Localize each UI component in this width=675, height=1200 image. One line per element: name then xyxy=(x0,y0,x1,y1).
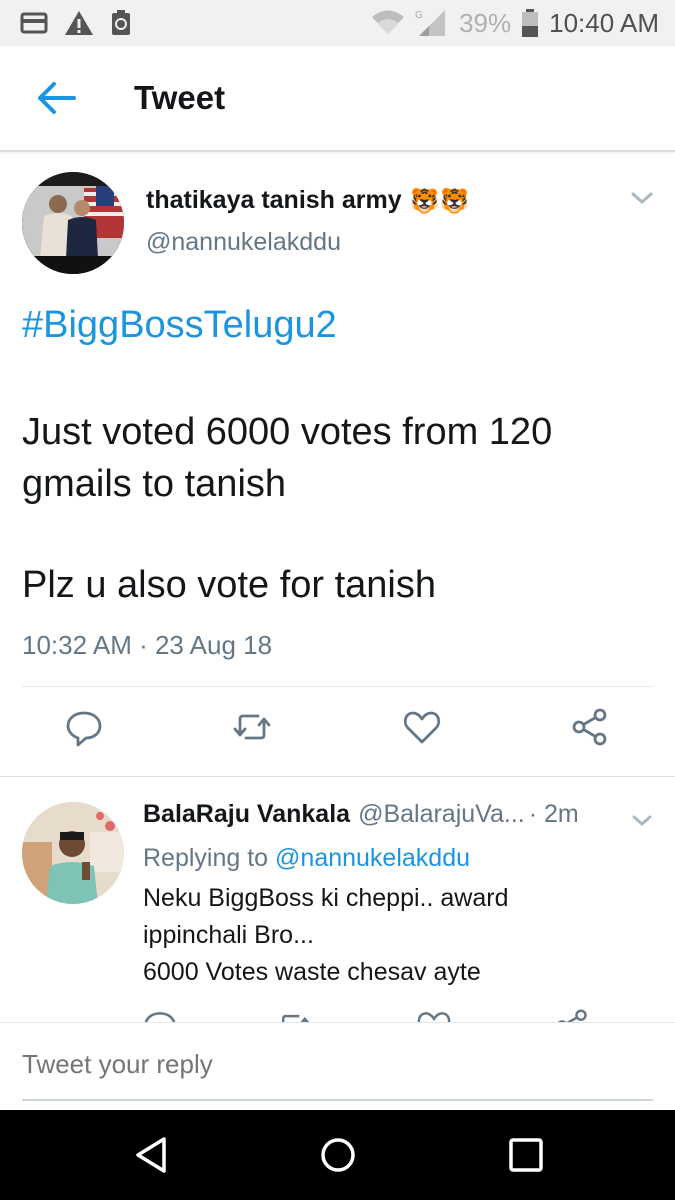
recycle-icon xyxy=(112,10,130,35)
svg-text:G: G xyxy=(415,10,423,21)
reply-compose-bar xyxy=(0,1022,675,1111)
reply-text: Neku BiggBoss ki cheppi.. award ippincha… xyxy=(143,880,643,991)
back-triangle-icon[interactable] xyxy=(132,1135,172,1175)
page-title: Tweet xyxy=(134,79,226,116)
home-circle-icon[interactable] xyxy=(318,1135,358,1175)
reply-text-line: ippinchali Bro... xyxy=(143,921,314,949)
replying-to-link[interactable]: @nannukelakddu xyxy=(275,844,470,872)
app-bar: Tweet xyxy=(0,46,675,152)
reply-handle[interactable]: @BalarajuVa... xyxy=(358,800,525,829)
back-button[interactable] xyxy=(36,78,76,118)
tweet-author-name[interactable]: thatikaya tanish army 🐯🐯 xyxy=(146,186,469,215)
retweet-icon[interactable] xyxy=(232,707,272,747)
status-bar: G 39% 10:40 AM xyxy=(0,0,675,46)
like-icon[interactable] xyxy=(402,707,442,747)
reply-icon[interactable] xyxy=(142,1008,178,1022)
tiger-emoji: 🐯🐯 xyxy=(409,186,470,215)
hashtag-link[interactable]: #BiggBossTelugu2 xyxy=(22,304,337,347)
tweet-author-handle[interactable]: @nannukelakddu xyxy=(146,228,341,257)
system-nav-bar xyxy=(0,1110,675,1200)
status-right: G 39% 10:40 AM xyxy=(371,8,659,39)
reply-avatar-image xyxy=(22,802,124,904)
tweet-action-bar xyxy=(0,707,675,757)
reply-display-name[interactable]: BalaRaju Vankala xyxy=(143,800,350,829)
reply-text-line: 6000 Votes waste chesav ayte xyxy=(143,958,481,986)
wifi-icon xyxy=(372,10,405,34)
avatar[interactable] xyxy=(22,172,124,274)
reply-action-bar xyxy=(0,1006,675,1022)
divider xyxy=(22,686,653,687)
reply-header: BalaRaju Vankala @BalarajuVa... · 2m xyxy=(143,800,579,829)
reply-icon[interactable] xyxy=(64,707,104,747)
like-icon[interactable] xyxy=(416,1008,452,1022)
input-underline xyxy=(22,1099,653,1101)
clock: 10:40 AM xyxy=(549,7,659,38)
chevron-down-icon[interactable] xyxy=(630,812,654,830)
reply-text-line: Neku BiggBoss ki cheppi.. award xyxy=(143,884,509,912)
avatar-image xyxy=(22,172,124,274)
tweet-timestamp[interactable]: 10:32 AM · 23 Aug 18 xyxy=(22,630,272,661)
recents-square-icon[interactable] xyxy=(506,1135,546,1175)
replying-prefix: Replying to xyxy=(143,844,276,872)
retweet-icon[interactable] xyxy=(276,1008,312,1022)
tweet-text-paragraph-2: Plz u also vote for tanish xyxy=(22,564,436,606)
reply-time: · 2m xyxy=(528,800,579,828)
replying-to: Replying to @nannukelakddu xyxy=(143,844,470,873)
arrow-left-icon xyxy=(38,82,76,114)
chevron-down-icon[interactable] xyxy=(628,188,656,208)
signal-icon: G xyxy=(415,10,446,36)
battery-icon xyxy=(522,9,539,37)
status-left-icons xyxy=(20,9,132,37)
battery-percent: 39% xyxy=(459,7,512,38)
warning-icon xyxy=(65,11,93,35)
reply-input[interactable] xyxy=(22,1049,653,1080)
card-icon xyxy=(20,12,48,34)
reply-avatar[interactable] xyxy=(22,802,124,904)
share-icon[interactable] xyxy=(554,1008,590,1022)
reply-tweet[interactable]: BalaRaju Vankala @BalarajuVa... · 2m Rep… xyxy=(0,778,675,1022)
share-icon[interactable] xyxy=(570,707,610,747)
tweet-text-paragraph-1: Just voted 6000 votes from 120 gmails to… xyxy=(22,411,553,505)
divider xyxy=(0,776,675,777)
display-name: thatikaya tanish army xyxy=(146,186,402,214)
